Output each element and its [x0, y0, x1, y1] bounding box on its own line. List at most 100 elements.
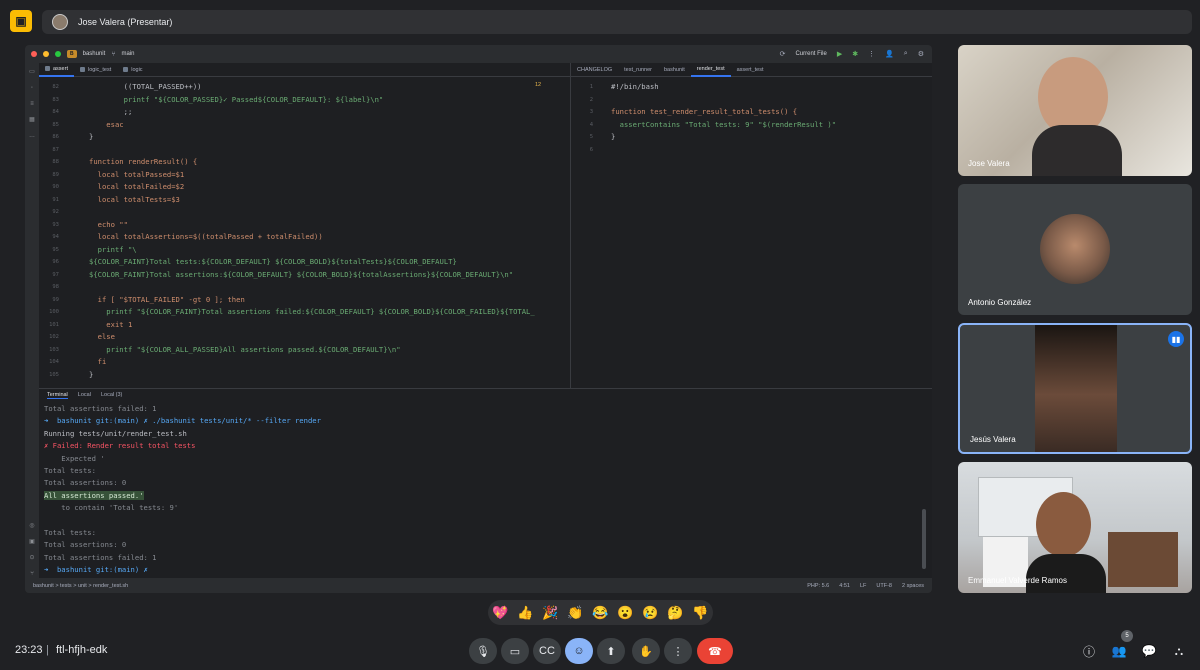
- chat-icon[interactable]: 💬: [1138, 640, 1160, 662]
- tab-render-test[interactable]: render_test: [690, 63, 731, 77]
- ellipsis-icon: …: [29, 133, 35, 139]
- code-line[interactable]: printf "${COLOR_ALL_PASSED}All assertion…: [89, 344, 400, 357]
- camera-icon[interactable]: ▭: [501, 638, 529, 664]
- tab-local[interactable]: Local: [78, 392, 91, 398]
- code-line[interactable]: assertContains "Total tests: 9" "$(rende…: [611, 119, 836, 132]
- line-number: 1: [589, 84, 593, 90]
- info-icon[interactable]: ⓘ: [1078, 640, 1100, 662]
- participant-tile[interactable]: Jose Valera: [958, 45, 1192, 176]
- code-line[interactable]: local totalTests=$3: [89, 194, 180, 207]
- reaction-emoji[interactable]: 👏: [567, 605, 583, 621]
- tab-assert[interactable]: assert: [39, 63, 74, 77]
- project-badge: B: [67, 50, 77, 58]
- line-number: 88: [52, 159, 59, 165]
- reaction-emoji[interactable]: 👍: [517, 605, 533, 621]
- participant-name: Jose Valera: [968, 159, 1010, 168]
- code-line[interactable]: esac: [89, 119, 123, 132]
- shared-screen-ide: B bashunit ⑂ main ⟳ Current File ▶ ✱ ⋮ 👤…: [25, 45, 932, 593]
- reaction-emoji[interactable]: 😢: [642, 605, 658, 621]
- reaction-emoji[interactable]: 🤔: [667, 605, 683, 621]
- line-number: 96: [52, 259, 59, 265]
- code-line[interactable]: local totalAssertions=$((totalPassed + t…: [89, 231, 323, 244]
- line-number: 103: [49, 346, 59, 353]
- raise-hand-icon[interactable]: ✋: [632, 638, 660, 664]
- line-number: 2: [589, 96, 593, 103]
- captions-icon[interactable]: CC: [533, 638, 561, 664]
- reaction-emoji[interactable]: 🎉: [542, 605, 558, 621]
- terminal-line: ✗ Failed: Render result total tests: [44, 441, 196, 451]
- code-line[interactable]: ${COLOR_FAINT}Total tests:${COLOR_DEFAUL…: [89, 256, 457, 269]
- code-line[interactable]: if [ "$TOTAL_FAILED" -gt 0 ]; then: [89, 294, 245, 307]
- code-line[interactable]: printf "${COLOR_FAINT}Total assertions f…: [89, 306, 534, 319]
- reaction-emoji[interactable]: 👎: [692, 605, 708, 621]
- line-number: 93: [52, 221, 59, 228]
- activities-icon[interactable]: ⛬: [1168, 640, 1190, 662]
- reaction-emoji[interactable]: 😮: [617, 605, 633, 621]
- participant-avatar: [1040, 214, 1110, 284]
- tab-test-runner[interactable]: test_runner: [618, 63, 658, 77]
- tool-window-strip: ▭ ◦ ≡ ▦ … ◎ ▣ ⊙ ⑂: [25, 63, 39, 593]
- file-encoding: UTF-8: [876, 582, 892, 589]
- tab-bashunit[interactable]: bashunit: [658, 63, 691, 77]
- mic-icon[interactable]: 🎙: [469, 638, 497, 664]
- code-line[interactable]: local totalFailed=$2: [89, 181, 185, 194]
- code-line[interactable]: printf "${COLOR_PASSED}✓ Passed${COLOR_D…: [89, 94, 384, 107]
- terminal-line: ➜ bashunit git:(main) ✗: [44, 565, 153, 575]
- cursor-position: 4:51: [839, 582, 850, 589]
- tab-changelog[interactable]: CHANGELOG: [571, 63, 618, 77]
- emoji-icon[interactable]: ☺: [565, 638, 593, 664]
- code-line[interactable]: }: [89, 131, 93, 144]
- bookshelf: [1108, 532, 1178, 587]
- terminal-line: Expected ': [44, 453, 105, 463]
- code-line[interactable]: echo "": [89, 219, 128, 232]
- participant-tile[interactable]: Antonio González: [958, 184, 1192, 315]
- line-number: 94: [52, 234, 59, 240]
- code-line[interactable]: printf "\: [89, 244, 137, 257]
- terminal-line: ➜ bashunit git:(main) ✗ ./bashunit tests…: [44, 416, 321, 426]
- participant-video: [1036, 492, 1091, 557]
- reaction-emoji[interactable]: 😂: [592, 605, 608, 621]
- line-number: 101: [49, 321, 59, 328]
- line-number: 98: [52, 284, 59, 290]
- code-line[interactable]: ((TOTAL_PASSED++)): [89, 81, 202, 94]
- code-line[interactable]: ;;: [89, 106, 133, 119]
- terminal-line: Total assertions failed: 1: [44, 404, 157, 413]
- run-icon: ▶: [836, 51, 843, 58]
- code-line[interactable]: }: [611, 131, 615, 144]
- structure-icon: ≡: [30, 101, 34, 107]
- people-icon[interactable]: 👥: [1108, 640, 1130, 662]
- code-line[interactable]: function test_render_result_total_tests(…: [611, 106, 797, 119]
- debug-icon: ✱: [852, 51, 859, 58]
- present-off-icon[interactable]: ▣: [10, 10, 32, 32]
- line-number: 90: [52, 184, 59, 190]
- line-number: 104: [49, 359, 59, 365]
- tab-logic-test[interactable]: logic_test: [74, 63, 117, 77]
- problems-icon: ⊙: [29, 555, 35, 561]
- end-call-button[interactable]: ☎: [697, 638, 733, 664]
- code-line[interactable]: local totalPassed=$1: [89, 169, 185, 182]
- code-line[interactable]: fi: [89, 356, 107, 369]
- tab-assert-test[interactable]: assert_test: [731, 63, 770, 77]
- reaction-bar: 💖 👍 🎉 👏 😂 😮 😢 🤔 👎: [488, 600, 713, 625]
- code-line[interactable]: }: [89, 369, 93, 382]
- right-editor-tabs: CHANGELOG test_runner bashunit render_te…: [571, 63, 932, 77]
- code-line[interactable]: exit 1: [89, 319, 132, 332]
- left-code-editor: 82 ((TOTAL_PASSED++)) 83 printf "${COLOR_…: [39, 81, 570, 388]
- code-line[interactable]: #!/bin/bash: [611, 81, 659, 94]
- code-line[interactable]: else: [89, 331, 115, 344]
- participant-body: [1032, 125, 1122, 176]
- participant-tile[interactable]: Emmanuel Valverde Ramos: [958, 462, 1192, 593]
- code-line[interactable]: function renderResult() {: [89, 156, 197, 169]
- tab-local-3[interactable]: Local (3): [101, 392, 122, 398]
- tab-logic[interactable]: logic: [117, 63, 148, 77]
- present-screen-icon[interactable]: ⬆: [597, 638, 625, 664]
- reaction-emoji[interactable]: 💖: [492, 605, 508, 621]
- line-number: 5: [589, 134, 593, 140]
- code-line[interactable]: ${COLOR_FAINT}Total assertions:${COLOR_D…: [89, 269, 513, 282]
- collab-icon: 👤: [885, 51, 894, 58]
- participant-tile[interactable]: ▮▮ Jesús Valera: [958, 323, 1192, 454]
- more-options-icon[interactable]: ⋮: [664, 638, 692, 664]
- terminal-line: Total assertions failed: 1: [44, 552, 157, 562]
- terminal-line: Running tests/unit/render_test.sh: [44, 428, 187, 438]
- line-number: 89: [52, 171, 59, 178]
